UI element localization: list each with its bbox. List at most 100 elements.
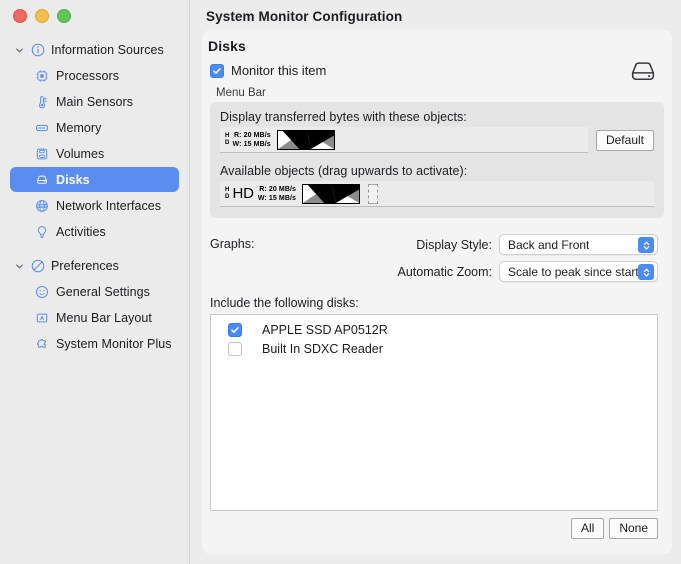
chevron-up-down-icon[interactable] bbox=[638, 237, 654, 253]
hd-prefix: H D bbox=[225, 187, 230, 201]
sidebar-item-label: Activities bbox=[56, 224, 106, 239]
globe-icon bbox=[34, 198, 50, 214]
sidebar-item-label: Processors bbox=[56, 68, 120, 83]
graph-preview-active[interactable] bbox=[276, 129, 335, 150]
sidebar-item-network-interfaces[interactable]: Network Interfaces bbox=[10, 193, 179, 218]
monitor-this-item-checkbox[interactable] bbox=[210, 63, 224, 78]
sidebar-item-label: System Monitor Plus bbox=[56, 336, 172, 351]
hd-prefix-bottom: D bbox=[225, 139, 230, 146]
sidebar-group-header-preferences[interactable]: Preferences bbox=[10, 254, 179, 278]
graph-preview-available[interactable] bbox=[302, 183, 361, 204]
disks-listbox[interactable]: APPLE SSD AP0512R Built In SDXC Reader bbox=[210, 314, 658, 511]
sidebar-group-header-information-sources[interactable]: Information Sources bbox=[10, 38, 179, 62]
read-rate: R: 20 MB/s bbox=[233, 131, 271, 139]
sidebar-group-information-sources: Information Sources Processors Main Sens… bbox=[10, 38, 179, 244]
lightbulb-icon bbox=[34, 224, 50, 240]
disk-checkbox[interactable] bbox=[228, 322, 242, 337]
menubar-widget-available[interactable]: H D HD R: 20 MB/s W: 15 MB/s bbox=[223, 182, 380, 206]
slash-circle-icon bbox=[30, 258, 46, 274]
automatic-zoom-label: Automatic Zoom: bbox=[397, 264, 492, 279]
menu-bar-groupbox: Display transferred bytes with these obj… bbox=[210, 102, 664, 218]
hard-drive-icon bbox=[34, 172, 50, 188]
display-style-select[interactable]: Back and Front bbox=[499, 234, 658, 255]
display-objects-caption: Display transferred bytes with these obj… bbox=[220, 110, 467, 124]
hd-title: HD bbox=[232, 185, 254, 202]
thermometer-icon bbox=[34, 94, 50, 110]
hd-prefix-bottom: D bbox=[225, 193, 230, 200]
automatic-zoom-value: Scale to peak since start bbox=[508, 264, 639, 279]
select-all-button[interactable]: All bbox=[570, 518, 605, 539]
chevron-down-icon[interactable] bbox=[14, 261, 25, 272]
hd-prefix-top: H bbox=[225, 186, 230, 193]
smiley-circle-icon bbox=[34, 284, 50, 300]
active-objects-row: H D R: 20 MB/s W: 15 MB/s Default bbox=[220, 127, 654, 153]
app-window: Information Sources Processors Main Sens… bbox=[0, 0, 681, 564]
sidebar-item-system-monitor-plus[interactable]: System Monitor Plus bbox=[10, 331, 179, 356]
sidebar-item-processors[interactable]: Processors bbox=[10, 63, 179, 88]
window-controls bbox=[0, 0, 189, 23]
menubar-widget-active[interactable]: H D R: 20 MB/s W: 15 MB/s bbox=[223, 128, 337, 152]
sidebar-item-volumes[interactable]: Volumes bbox=[10, 141, 179, 166]
hd-prefix: H D bbox=[225, 133, 230, 147]
list-item[interactable]: APPLE SSD AP0512R bbox=[211, 320, 657, 339]
sidebar-item-label: Main Sensors bbox=[56, 94, 134, 109]
graphs-label: Graphs: bbox=[210, 237, 255, 251]
automatic-zoom-select[interactable]: Scale to peak since start bbox=[499, 261, 658, 282]
main-panel: System Monitor Configuration Disks Monit… bbox=[190, 0, 681, 564]
info-circle-icon bbox=[30, 42, 46, 58]
read-write-values: R: 20 MB/s W: 15 MB/s bbox=[258, 185, 296, 203]
read-write-values: R: 20 MB/s W: 15 MB/s bbox=[233, 131, 271, 149]
database-cylinder-icon bbox=[34, 146, 50, 162]
disk-checkbox[interactable] bbox=[228, 341, 242, 356]
sidebar-group-preferences: Preferences General Settings Menu Bar La… bbox=[10, 254, 179, 356]
select-none-button[interactable]: None bbox=[609, 518, 658, 539]
hard-drive-icon bbox=[628, 56, 658, 91]
sidebar-item-label: Menu Bar Layout bbox=[56, 310, 152, 325]
monitor-this-item-row[interactable]: Monitor this item bbox=[202, 54, 672, 81]
display-style-row: Display Style: Back and Front bbox=[210, 234, 658, 255]
drop-placeholder[interactable] bbox=[368, 183, 379, 204]
sidebar-item-label: Volumes bbox=[56, 146, 105, 161]
automatic-zoom-row: Automatic Zoom: Scale to peak since star… bbox=[210, 261, 658, 282]
disk-label: Built In SDXC Reader bbox=[262, 341, 383, 356]
include-disks-caption: Include the following disks: bbox=[210, 296, 359, 310]
list-item[interactable]: Built In SDXC Reader bbox=[211, 339, 657, 358]
list-action-buttons: All None bbox=[202, 518, 658, 539]
zoom-button[interactable] bbox=[57, 9, 71, 23]
sidebar-nav: Information Sources Processors Main Sens… bbox=[0, 38, 189, 356]
sidebar-item-label: Network Interfaces bbox=[56, 198, 162, 213]
default-button[interactable]: Default bbox=[595, 129, 654, 151]
sidebar-group-label: Preferences bbox=[51, 259, 119, 273]
sidebar-item-activities[interactable]: Activities bbox=[10, 219, 179, 244]
menubar-icon bbox=[34, 310, 50, 326]
available-objects-well[interactable]: H D HD R: 20 MB/s W: 15 MB/s bbox=[220, 181, 654, 207]
chevron-up-down-icon[interactable] bbox=[638, 264, 654, 280]
sidebar: Information Sources Processors Main Sens… bbox=[0, 0, 190, 564]
cpu-chip-icon bbox=[34, 68, 50, 84]
window-title: System Monitor Configuration bbox=[206, 9, 403, 24]
read-rate: R: 20 MB/s bbox=[259, 185, 297, 193]
sidebar-item-main-sensors[interactable]: Main Sensors bbox=[10, 89, 179, 114]
settings-card: Disks Monitor this item Menu Bar Display… bbox=[202, 30, 672, 554]
monitor-this-item-label: Monitor this item bbox=[231, 63, 327, 78]
sidebar-item-memory[interactable]: Memory bbox=[10, 115, 179, 140]
available-objects-caption: Available objects (drag upwards to activ… bbox=[220, 164, 468, 178]
graphs-section: Graphs: Display Style: Back and Front Au… bbox=[202, 234, 672, 282]
puzzle-piece-icon bbox=[34, 336, 50, 352]
default-button-wrap: Default bbox=[595, 129, 654, 151]
active-objects-well[interactable]: H D R: 20 MB/s W: 15 MB/s bbox=[220, 127, 588, 153]
sidebar-item-label: General Settings bbox=[56, 284, 150, 299]
sidebar-item-disks[interactable]: Disks bbox=[10, 167, 179, 192]
memory-icon bbox=[34, 120, 50, 136]
sidebar-item-label: Memory bbox=[56, 120, 102, 135]
page-title: Disks bbox=[208, 38, 246, 54]
menu-bar-section-label: Menu Bar bbox=[216, 87, 266, 99]
display-style-value: Back and Front bbox=[508, 237, 590, 252]
hd-prefix-top: H bbox=[225, 132, 230, 139]
close-button[interactable] bbox=[13, 9, 27, 23]
sidebar-item-menu-bar-layout[interactable]: Menu Bar Layout bbox=[10, 305, 179, 330]
minimize-button[interactable] bbox=[35, 9, 49, 23]
sidebar-item-general-settings[interactable]: General Settings bbox=[10, 279, 179, 304]
display-style-label: Display Style: bbox=[416, 237, 492, 252]
chevron-down-icon[interactable] bbox=[14, 45, 25, 56]
